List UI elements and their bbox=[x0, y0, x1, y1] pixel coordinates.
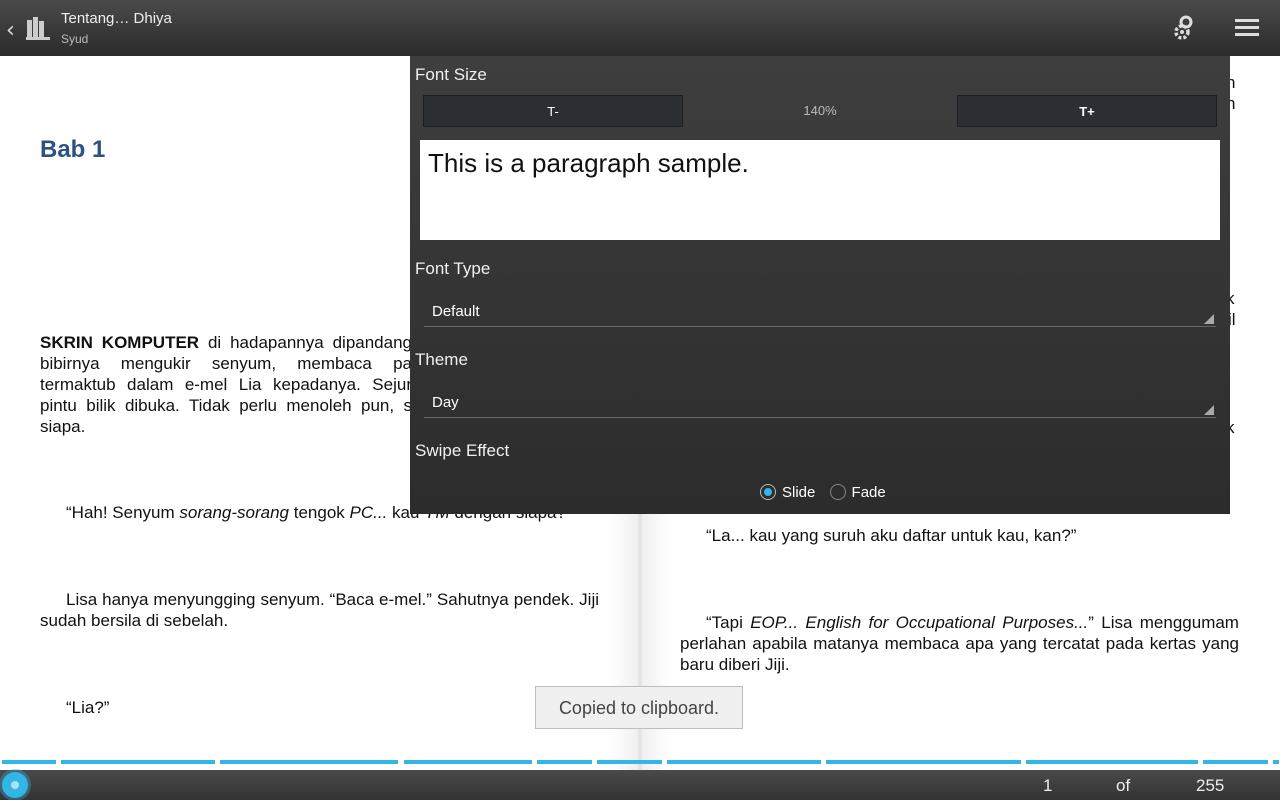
paragraph: “Tapi EOP... English for Occupational Pu… bbox=[680, 612, 1239, 675]
chapter-segment bbox=[597, 760, 662, 764]
page-of-label: of bbox=[1116, 776, 1131, 795]
radio-slide[interactable] bbox=[760, 484, 776, 501]
font-size-label: Font Size bbox=[415, 65, 487, 84]
radio-fade-label[interactable]: Fade bbox=[852, 484, 886, 501]
font-type-value: Default bbox=[432, 303, 480, 320]
radio-fade[interactable] bbox=[829, 484, 846, 501]
theme-value: Day bbox=[432, 394, 459, 411]
font-size-value: 140% bbox=[803, 103, 837, 118]
chapter-segment bbox=[404, 760, 532, 764]
current-page-number: 1 bbox=[1043, 776, 1053, 795]
radio-slide-label[interactable]: Slide bbox=[782, 484, 815, 501]
swipe-effect-label: Swipe Effect bbox=[415, 441, 510, 460]
font-type-label: Font Type bbox=[415, 259, 491, 278]
chapter-segment bbox=[1203, 760, 1268, 764]
total-pages: 255 bbox=[1196, 776, 1225, 795]
reading-settings-panel: Font Size T- 140% T+ This is a paragraph… bbox=[410, 56, 1230, 514]
page-navigation-bar[interactable] bbox=[0, 770, 1280, 800]
chapter-progress-strip bbox=[0, 760, 1280, 764]
page-scrubber-handle[interactable] bbox=[2, 772, 28, 798]
dropdown-arrow-icon bbox=[1204, 405, 1214, 415]
paragraph-italic: PC... bbox=[349, 503, 388, 522]
book-title: Tentang… Dhiya bbox=[61, 10, 172, 27]
paragraph-lead: SKRIN KOMPUTER bbox=[40, 333, 200, 352]
paragraph-text: tengok bbox=[289, 503, 350, 522]
chapter-segment bbox=[61, 760, 215, 764]
chapter-segment bbox=[667, 760, 821, 764]
chapter-segment bbox=[1273, 760, 1279, 764]
paragraph: “Lia?” bbox=[66, 698, 110, 717]
paragraph-sample-preview: This is a paragraph sample. bbox=[420, 140, 1220, 240]
theme-label: Theme bbox=[415, 350, 468, 369]
action-bar: ‹ Tentang… Dhiya Syud bbox=[0, 0, 1280, 56]
paragraph-text: “Hah! Senyum bbox=[66, 503, 180, 522]
chapter-segment bbox=[2, 760, 56, 764]
paragraph: “La... kau yang suruh aku daftar untuk k… bbox=[706, 526, 1077, 545]
back-chevron-icon[interactable]: ‹ bbox=[6, 18, 15, 43]
font-type-dropdown[interactable]: Default bbox=[424, 297, 1216, 327]
toast-message: Copied to clipboard. bbox=[535, 686, 743, 729]
menu-icon[interactable] bbox=[1234, 17, 1260, 44]
chapter-segment bbox=[1026, 760, 1198, 764]
library-icon[interactable] bbox=[26, 14, 50, 45]
chapter-title: Bab 1 bbox=[40, 136, 106, 163]
settings-gear-icon[interactable] bbox=[1172, 15, 1196, 46]
increase-font-button[interactable]: T+ bbox=[957, 95, 1217, 127]
chapter-segment bbox=[537, 760, 592, 764]
book-author: Syud bbox=[61, 32, 89, 46]
chapter-segment bbox=[220, 760, 398, 764]
text-fragment: il bbox=[1228, 310, 1236, 329]
theme-dropdown[interactable]: Day bbox=[424, 388, 1216, 418]
decrease-font-button[interactable]: T- bbox=[423, 95, 683, 127]
dropdown-arrow-icon bbox=[1204, 314, 1214, 324]
paragraph-italic: EOP... English for Occupational Purposes… bbox=[750, 613, 1089, 632]
paragraph-italic: sorang-sorang bbox=[179, 503, 290, 522]
paragraph: Lisa hanya menyungging senyum. “Baca e-m… bbox=[40, 590, 599, 630]
paragraph: SKRIN KOMPUTER di hadapannya dipandang b… bbox=[40, 332, 412, 437]
chapter-segment bbox=[826, 760, 1021, 764]
swipe-effect-radio-group: Slide Fade bbox=[760, 483, 896, 501]
paragraph-text: “Tapi bbox=[706, 613, 751, 632]
